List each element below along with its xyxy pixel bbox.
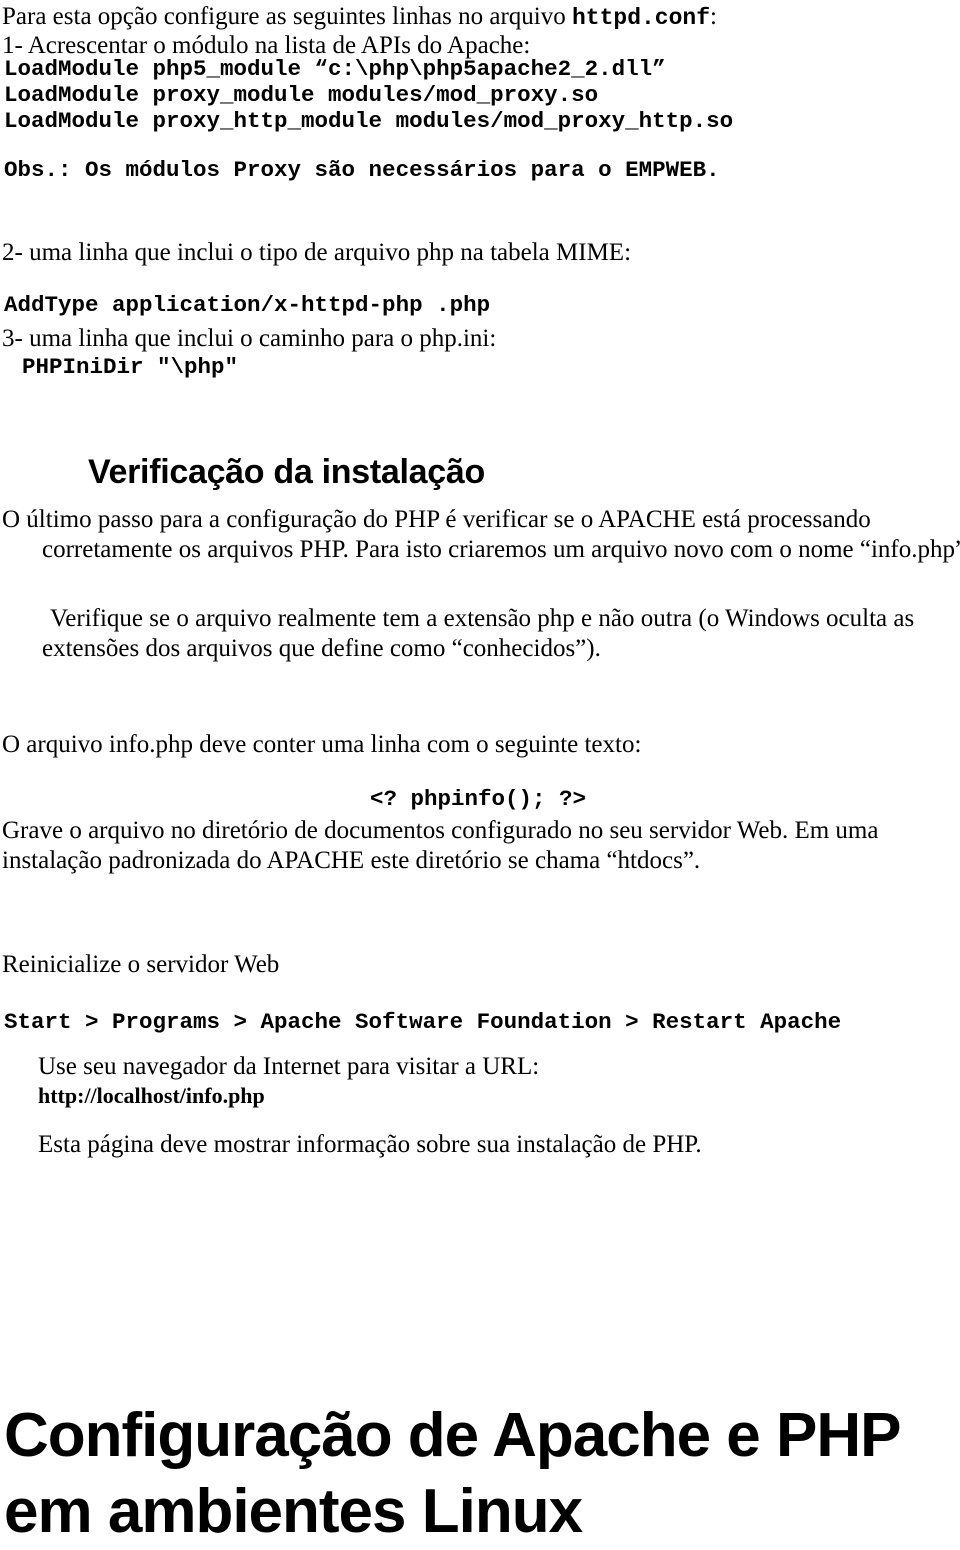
httpd-conf-code: httpd.conf bbox=[571, 5, 711, 31]
loadmodule-code-block: LoadModule php5_module “c:\php\php5apach… bbox=[4, 56, 734, 134]
paragraph-o-arquivo-infophp: O arquivo info.php deve conter uma linha… bbox=[2, 731, 642, 758]
paragraph-ultimo-passo: O último passo para a configuração do PH… bbox=[2, 506, 960, 563]
localhost-info-url[interactable]: http://localhost/info.php bbox=[38, 1081, 938, 1111]
paragraph-verifique-extensao: Verifique se o arquivo realmente tem a e… bbox=[42, 605, 921, 662]
line-esta-pagina: Esta página deve mostrar informação sobr… bbox=[38, 1131, 702, 1158]
line-reinicialize-servidor: Reinicialize o servidor Web bbox=[2, 951, 280, 978]
addtype-code: AddType application/x-httpd-php .php bbox=[4, 292, 491, 318]
start-menu-path-code: Start > Programs > Apache Software Found… bbox=[4, 1009, 842, 1035]
intro-paragraph: Para esta opção configure as seguintes l… bbox=[2, 2, 958, 32]
phpinfo-code: <? phpinfo(); ?> bbox=[370, 786, 587, 812]
section-heading-configuracao-linux: Configuração de Apache e PHP em ambiente… bbox=[4, 1401, 900, 1546]
intro-text: Para esta opção configure as seguintes l… bbox=[2, 3, 572, 30]
step3-text: 3- uma linha que inclui o caminho para o… bbox=[2, 325, 497, 352]
obs-note: Obs.: Os módulos Proxy são necessários p… bbox=[4, 157, 720, 183]
document-page: Para esta opção configure as seguintes l… bbox=[0, 0, 960, 1546]
section-heading-verificacao: Verificação da instalação bbox=[88, 453, 485, 491]
phpinidir-code: PHPIniDir "\php" bbox=[22, 354, 239, 380]
step2-text: 2- uma linha que inclui o tipo de arquiv… bbox=[2, 239, 632, 266]
paragraph-grave-arquivo: Grave o arquivo no diretório de document… bbox=[2, 817, 885, 874]
intro-colon: : bbox=[710, 3, 717, 30]
line-use-navegador: Use seu navegador da Internet para visit… bbox=[38, 1053, 540, 1080]
